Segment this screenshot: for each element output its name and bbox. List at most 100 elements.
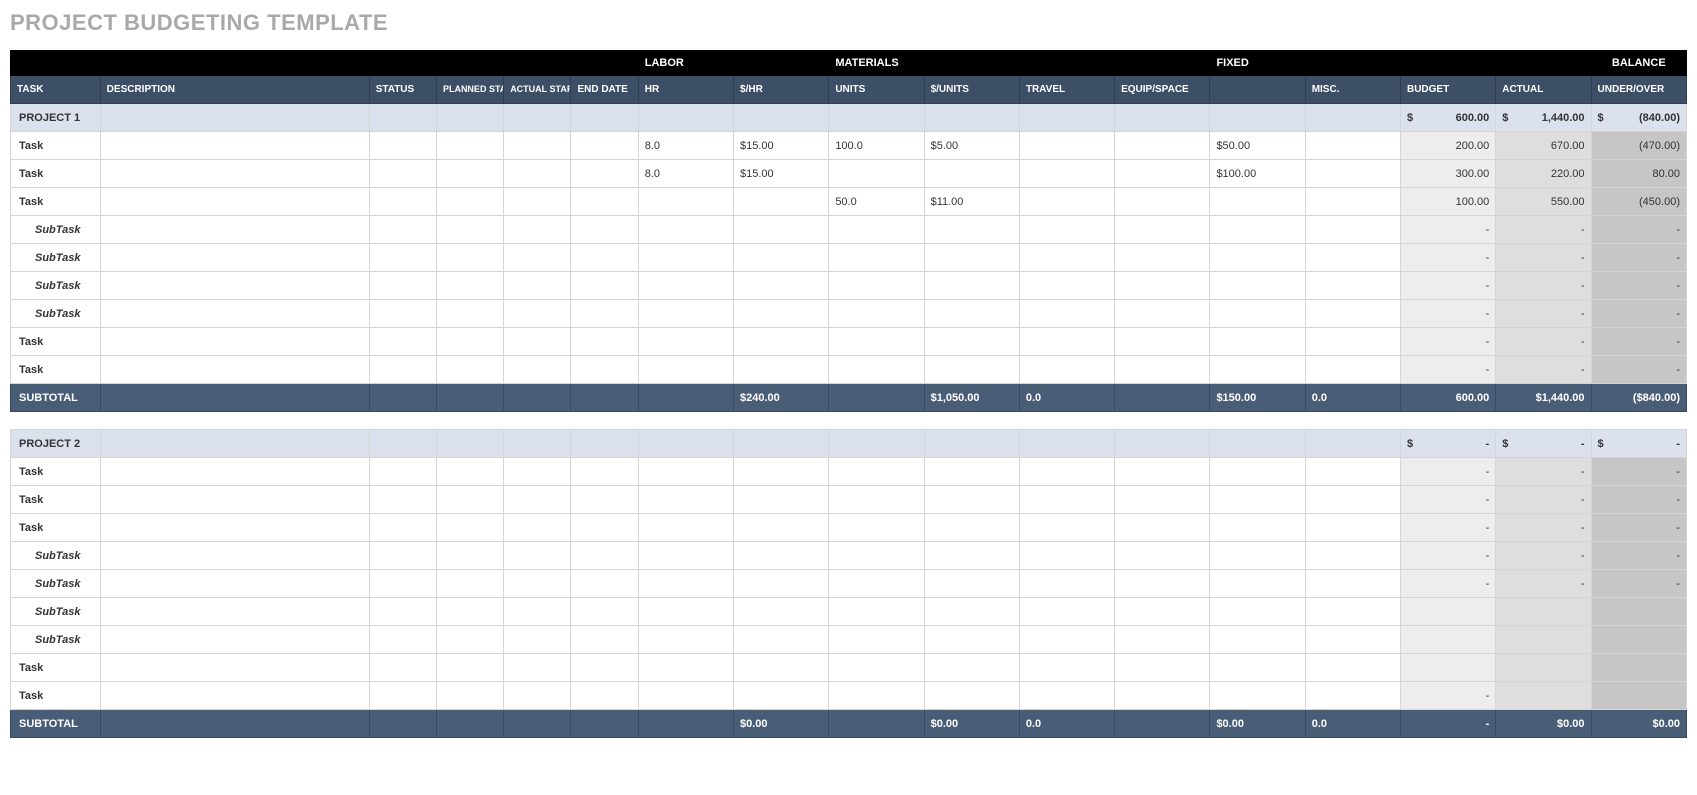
cell-misc[interactable]	[1305, 682, 1400, 710]
cell-travel[interactable]	[1019, 542, 1114, 570]
cell-units[interactable]	[829, 570, 924, 598]
project-cell[interactable]	[1115, 430, 1210, 458]
cell-unit-rate[interactable]	[924, 272, 1019, 300]
cell-unit-rate[interactable]	[924, 654, 1019, 682]
cell-end-date[interactable]	[571, 458, 638, 486]
cell-budget[interactable]: -	[1400, 244, 1495, 272]
cell-hr-rate[interactable]: $15.00	[734, 132, 829, 160]
cell-fixed[interactable]	[1210, 654, 1305, 682]
cell-misc[interactable]	[1305, 626, 1400, 654]
cell-under-over[interactable]: -	[1591, 458, 1686, 486]
project-cell[interactable]	[734, 430, 829, 458]
cell-planned-start[interactable]	[436, 356, 503, 384]
project-budget[interactable]: $-	[1400, 430, 1495, 458]
cell-equip[interactable]	[1115, 216, 1210, 244]
row-label[interactable]: Task	[11, 654, 101, 682]
cell-misc[interactable]	[1305, 300, 1400, 328]
cell-unit-rate[interactable]	[924, 486, 1019, 514]
cell-budget[interactable]: 100.00	[1400, 188, 1495, 216]
subtotal-units[interactable]	[829, 384, 924, 412]
subtotal-cell[interactable]	[638, 710, 733, 738]
cell-hr[interactable]	[638, 328, 733, 356]
project-cell[interactable]	[436, 104, 503, 132]
subtotal-unit-rate[interactable]: $1,050.00	[924, 384, 1019, 412]
cell-unit-rate[interactable]	[924, 626, 1019, 654]
cell-end-date[interactable]	[571, 514, 638, 542]
cell-fixed[interactable]	[1210, 244, 1305, 272]
cell-budget[interactable]: -	[1400, 682, 1495, 710]
subtotal-fixed[interactable]: $150.00	[1210, 384, 1305, 412]
cell-status[interactable]	[369, 514, 436, 542]
cell-description[interactable]	[100, 570, 369, 598]
cell-status[interactable]	[369, 272, 436, 300]
project-cell[interactable]	[571, 430, 638, 458]
cell-hr[interactable]: 8.0	[638, 160, 733, 188]
project-cell[interactable]	[100, 430, 369, 458]
project-cell[interactable]	[734, 104, 829, 132]
cell-under-over[interactable]: -	[1591, 542, 1686, 570]
row-label[interactable]: Task	[11, 328, 101, 356]
cell-under-over[interactable]	[1591, 598, 1686, 626]
cell-planned-start[interactable]	[436, 682, 503, 710]
cell-under-over[interactable]: -	[1591, 486, 1686, 514]
cell-actual-start[interactable]	[504, 244, 571, 272]
project-cell[interactable]	[924, 430, 1019, 458]
row-label[interactable]: SubTask	[11, 244, 101, 272]
cell-unit-rate[interactable]	[924, 244, 1019, 272]
cell-actual[interactable]: 550.00	[1496, 188, 1591, 216]
subtotal-cell[interactable]	[100, 384, 369, 412]
cell-under-over[interactable]: -	[1591, 272, 1686, 300]
row-label[interactable]: Task	[11, 160, 101, 188]
cell-hr-rate[interactable]	[734, 244, 829, 272]
cell-end-date[interactable]	[571, 654, 638, 682]
cell-under-over[interactable]: -	[1591, 570, 1686, 598]
cell-end-date[interactable]	[571, 300, 638, 328]
cell-budget[interactable]: -	[1400, 356, 1495, 384]
cell-fixed[interactable]	[1210, 542, 1305, 570]
row-label[interactable]: Task	[11, 486, 101, 514]
project-cell[interactable]	[1019, 430, 1114, 458]
cell-description[interactable]	[100, 356, 369, 384]
cell-actual[interactable]: -	[1496, 486, 1591, 514]
project-cell[interactable]	[1210, 430, 1305, 458]
row-label[interactable]: Task	[11, 188, 101, 216]
project-cell[interactable]	[638, 430, 733, 458]
cell-hr-rate[interactable]	[734, 682, 829, 710]
cell-planned-start[interactable]	[436, 132, 503, 160]
cell-end-date[interactable]	[571, 542, 638, 570]
cell-travel[interactable]	[1019, 244, 1114, 272]
cell-travel[interactable]	[1019, 570, 1114, 598]
subtotal-label[interactable]: SUBTOTAL	[11, 384, 101, 412]
cell-actual-start[interactable]	[504, 486, 571, 514]
cell-end-date[interactable]	[571, 626, 638, 654]
project-under-over[interactable]: $(840.00)	[1591, 104, 1686, 132]
project-cell[interactable]	[369, 104, 436, 132]
cell-under-over[interactable]	[1591, 626, 1686, 654]
cell-budget[interactable]: -	[1400, 216, 1495, 244]
cell-fixed[interactable]	[1210, 272, 1305, 300]
cell-actual[interactable]: -	[1496, 542, 1591, 570]
cell-description[interactable]	[100, 216, 369, 244]
cell-end-date[interactable]	[571, 188, 638, 216]
cell-units[interactable]	[829, 356, 924, 384]
cell-misc[interactable]	[1305, 570, 1400, 598]
cell-unit-rate[interactable]: $11.00	[924, 188, 1019, 216]
cell-end-date[interactable]	[571, 486, 638, 514]
cell-units[interactable]	[829, 458, 924, 486]
cell-under-over[interactable]: -	[1591, 300, 1686, 328]
cell-description[interactable]	[100, 272, 369, 300]
cell-description[interactable]	[100, 514, 369, 542]
cell-planned-start[interactable]	[436, 570, 503, 598]
cell-hr-rate[interactable]	[734, 216, 829, 244]
cell-planned-start[interactable]	[436, 272, 503, 300]
cell-status[interactable]	[369, 542, 436, 570]
cell-end-date[interactable]	[571, 272, 638, 300]
project-cell[interactable]	[924, 104, 1019, 132]
cell-under-over[interactable]: -	[1591, 244, 1686, 272]
cell-units[interactable]	[829, 486, 924, 514]
cell-misc[interactable]	[1305, 598, 1400, 626]
cell-units[interactable]: 50.0	[829, 188, 924, 216]
cell-actual-start[interactable]	[504, 328, 571, 356]
cell-end-date[interactable]	[571, 132, 638, 160]
cell-end-date[interactable]	[571, 244, 638, 272]
